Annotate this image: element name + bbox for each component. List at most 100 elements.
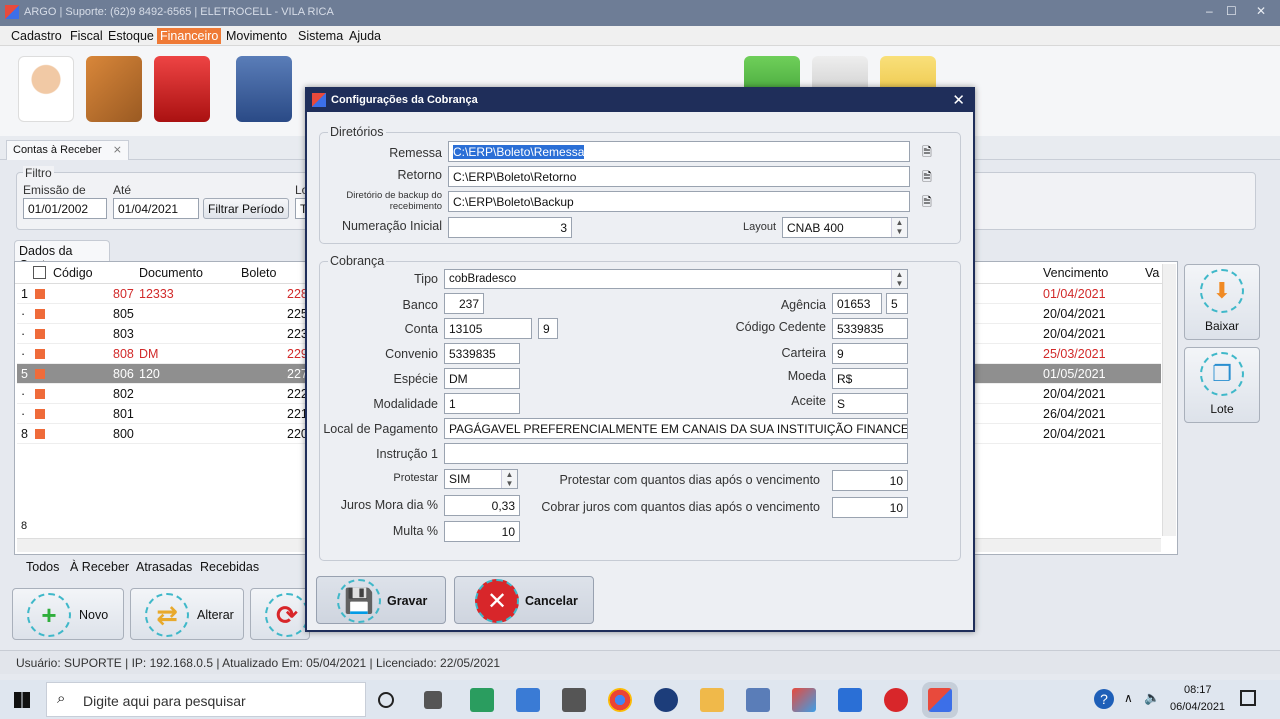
- menu-movimento[interactable]: Movimento: [223, 28, 290, 44]
- retorno-input[interactable]: C:\ERP\Boleto\Retorno: [448, 166, 910, 187]
- store-icon[interactable]: [562, 688, 586, 712]
- chevron-up-icon[interactable]: ∧: [1124, 691, 1133, 705]
- app-icon-2[interactable]: [516, 688, 540, 712]
- ate-input[interactable]: 01/04/2021: [113, 198, 199, 219]
- convenio-input[interactable]: 5339835: [444, 343, 520, 364]
- select-all-checkbox[interactable]: [33, 266, 46, 279]
- alterar-label: Alterar: [197, 608, 234, 622]
- floppy-disk-icon: 💾: [337, 579, 381, 623]
- col-va[interactable]: Va: [1145, 266, 1159, 280]
- minimize-button[interactable]: –: [1206, 4, 1213, 18]
- calculator-icon[interactable]: [236, 56, 292, 122]
- windows-start-icon[interactable]: [14, 692, 30, 708]
- agencia-dv-input[interactable]: 5: [886, 293, 908, 314]
- alterar-button[interactable]: ⇄ Alterar: [130, 588, 244, 640]
- mail-icon[interactable]: [838, 688, 862, 712]
- instrucao-input[interactable]: [444, 443, 908, 464]
- tab-dados-da-conta[interactable]: Dados da Conta: [14, 240, 110, 272]
- protestar-dias-input[interactable]: 10: [832, 470, 908, 491]
- cobranca-group: Cobrança Tipo cobBradesco ▲ ▼ Banco 237 Ag…: [319, 254, 961, 561]
- juros-input[interactable]: 0,33: [444, 495, 520, 516]
- filtro-title: Filtro: [23, 166, 54, 180]
- argo-app-icon[interactable]: [928, 688, 952, 712]
- close-window-button[interactable]: ✕: [1256, 4, 1266, 18]
- notification-icon[interactable]: [1240, 690, 1256, 706]
- modalidade-input[interactable]: 1: [444, 393, 520, 414]
- row-status-icon: [35, 329, 45, 339]
- rx-app-icon[interactable]: [884, 688, 908, 712]
- row-checked-icon[interactable]: [35, 369, 45, 379]
- moeda-input[interactable]: R$: [832, 368, 908, 389]
- basket-icon[interactable]: [154, 56, 210, 122]
- app-icon-5[interactable]: [792, 688, 816, 712]
- user-icon[interactable]: [18, 56, 74, 122]
- carteira-input[interactable]: 9: [832, 343, 908, 364]
- task-view-icon[interactable]: [424, 691, 442, 709]
- tab-todos[interactable]: Todos: [26, 560, 59, 574]
- layout-spin-icon[interactable]: ▲ ▼: [891, 218, 907, 237]
- numeracao-input[interactable]: 3: [448, 217, 572, 238]
- conta-dv-input[interactable]: 9: [538, 318, 558, 339]
- conta-input[interactable]: 13105: [444, 318, 532, 339]
- menu-estoque[interactable]: Estoque: [105, 28, 157, 44]
- lote-button[interactable]: ❐ Lote: [1184, 347, 1260, 423]
- baixar-button[interactable]: ⬇ Baixar: [1184, 264, 1260, 340]
- refresh-button[interactable]: ⟳: [250, 588, 310, 640]
- tab-a-receber[interactable]: À Receber: [70, 560, 129, 574]
- remessa-input[interactable]: C:\ERP\Boleto\Remessa: [448, 141, 910, 162]
- maximize-button[interactable]: ☐: [1226, 4, 1237, 18]
- box-icon[interactable]: [86, 56, 142, 122]
- col-vencimento[interactable]: Vencimento: [1043, 266, 1108, 280]
- app-icon-3[interactable]: [654, 688, 678, 712]
- emissao-input[interactable]: 01/01/2002: [23, 198, 107, 219]
- browse-remessa-icon[interactable]: 🗎: [916, 141, 938, 163]
- layout-select[interactable]: CNAB 400 ▲ ▼: [782, 217, 908, 238]
- browse-retorno-icon[interactable]: 🗎: [916, 166, 938, 188]
- gravar-button[interactable]: 💾 Gravar: [316, 576, 446, 624]
- banco-input[interactable]: 237: [444, 293, 484, 314]
- filtrar-periodo-button[interactable]: Filtrar Período: [203, 198, 289, 219]
- tab-recebidas[interactable]: Recebidas: [200, 560, 259, 574]
- menu-ajuda[interactable]: Ajuda: [346, 28, 384, 44]
- multa-input[interactable]: 10: [444, 521, 520, 542]
- cedente-input[interactable]: 5339835: [832, 318, 908, 339]
- browse-backup-icon[interactable]: 🗎: [916, 191, 938, 213]
- dialog-close-button[interactable]: ✕: [952, 91, 965, 109]
- row-index: 8: [21, 427, 28, 441]
- col-codigo[interactable]: Código: [53, 266, 93, 280]
- agencia-input[interactable]: 01653: [832, 293, 882, 314]
- edit-arrows-icon: ⇄: [145, 593, 189, 637]
- protestar-select[interactable]: SIM ▲ ▼: [444, 469, 518, 489]
- aceite-input[interactable]: S: [832, 393, 908, 414]
- chrome-icon[interactable]: [608, 688, 632, 712]
- taskbar-date: 06/04/2021: [1170, 701, 1226, 713]
- local-pagamento-input[interactable]: PAGÁGAVEL PREFERENCIALMENTE EM CANAIS DA…: [444, 418, 908, 439]
- menu-sistema[interactable]: Sistema: [295, 28, 346, 44]
- app-icon-1[interactable]: [470, 688, 494, 712]
- menu-financeiro[interactable]: Financeiro: [157, 28, 222, 44]
- menu-fiscal[interactable]: Fiscal: [67, 28, 106, 44]
- tab-atrasadas[interactable]: Atrasadas: [136, 560, 192, 574]
- tipo-spin-icon[interactable]: ▲ ▼: [891, 270, 907, 288]
- cell-codigo: 802: [113, 387, 134, 401]
- modalidade-label: Modalidade: [373, 397, 438, 411]
- juros-dias-input[interactable]: 10: [832, 497, 908, 518]
- especie-input[interactable]: DM: [444, 368, 520, 389]
- vertical-scrollbar[interactable]: [1162, 264, 1176, 536]
- volume-icon[interactable]: 🔈: [1144, 690, 1160, 706]
- novo-button[interactable]: + Novo: [12, 588, 124, 640]
- col-documento[interactable]: Documento: [139, 266, 203, 280]
- backup-input[interactable]: C:\ERP\Boleto\Backup: [448, 191, 910, 212]
- help-icon[interactable]: ?: [1094, 689, 1114, 709]
- menu-cadastro[interactable]: Cadastro: [8, 28, 65, 44]
- protestar-spin-icon[interactable]: ▲ ▼: [501, 470, 517, 488]
- cancelar-button[interactable]: ✕ Cancelar: [454, 576, 594, 624]
- col-boleto[interactable]: Boleto: [241, 266, 276, 280]
- app-icon-4[interactable]: [746, 688, 770, 712]
- tipo-select[interactable]: cobBradesco ▲ ▼: [444, 269, 908, 289]
- file-explorer-icon[interactable]: [700, 688, 724, 712]
- tab-contas-a-receber[interactable]: Contas à Receber ⨯: [6, 140, 129, 160]
- taskbar-search-box[interactable]: ⌕ Digite aqui para pesquisar: [46, 682, 366, 717]
- close-tab-icon[interactable]: ⨯: [113, 144, 122, 156]
- cortana-icon[interactable]: [378, 692, 394, 708]
